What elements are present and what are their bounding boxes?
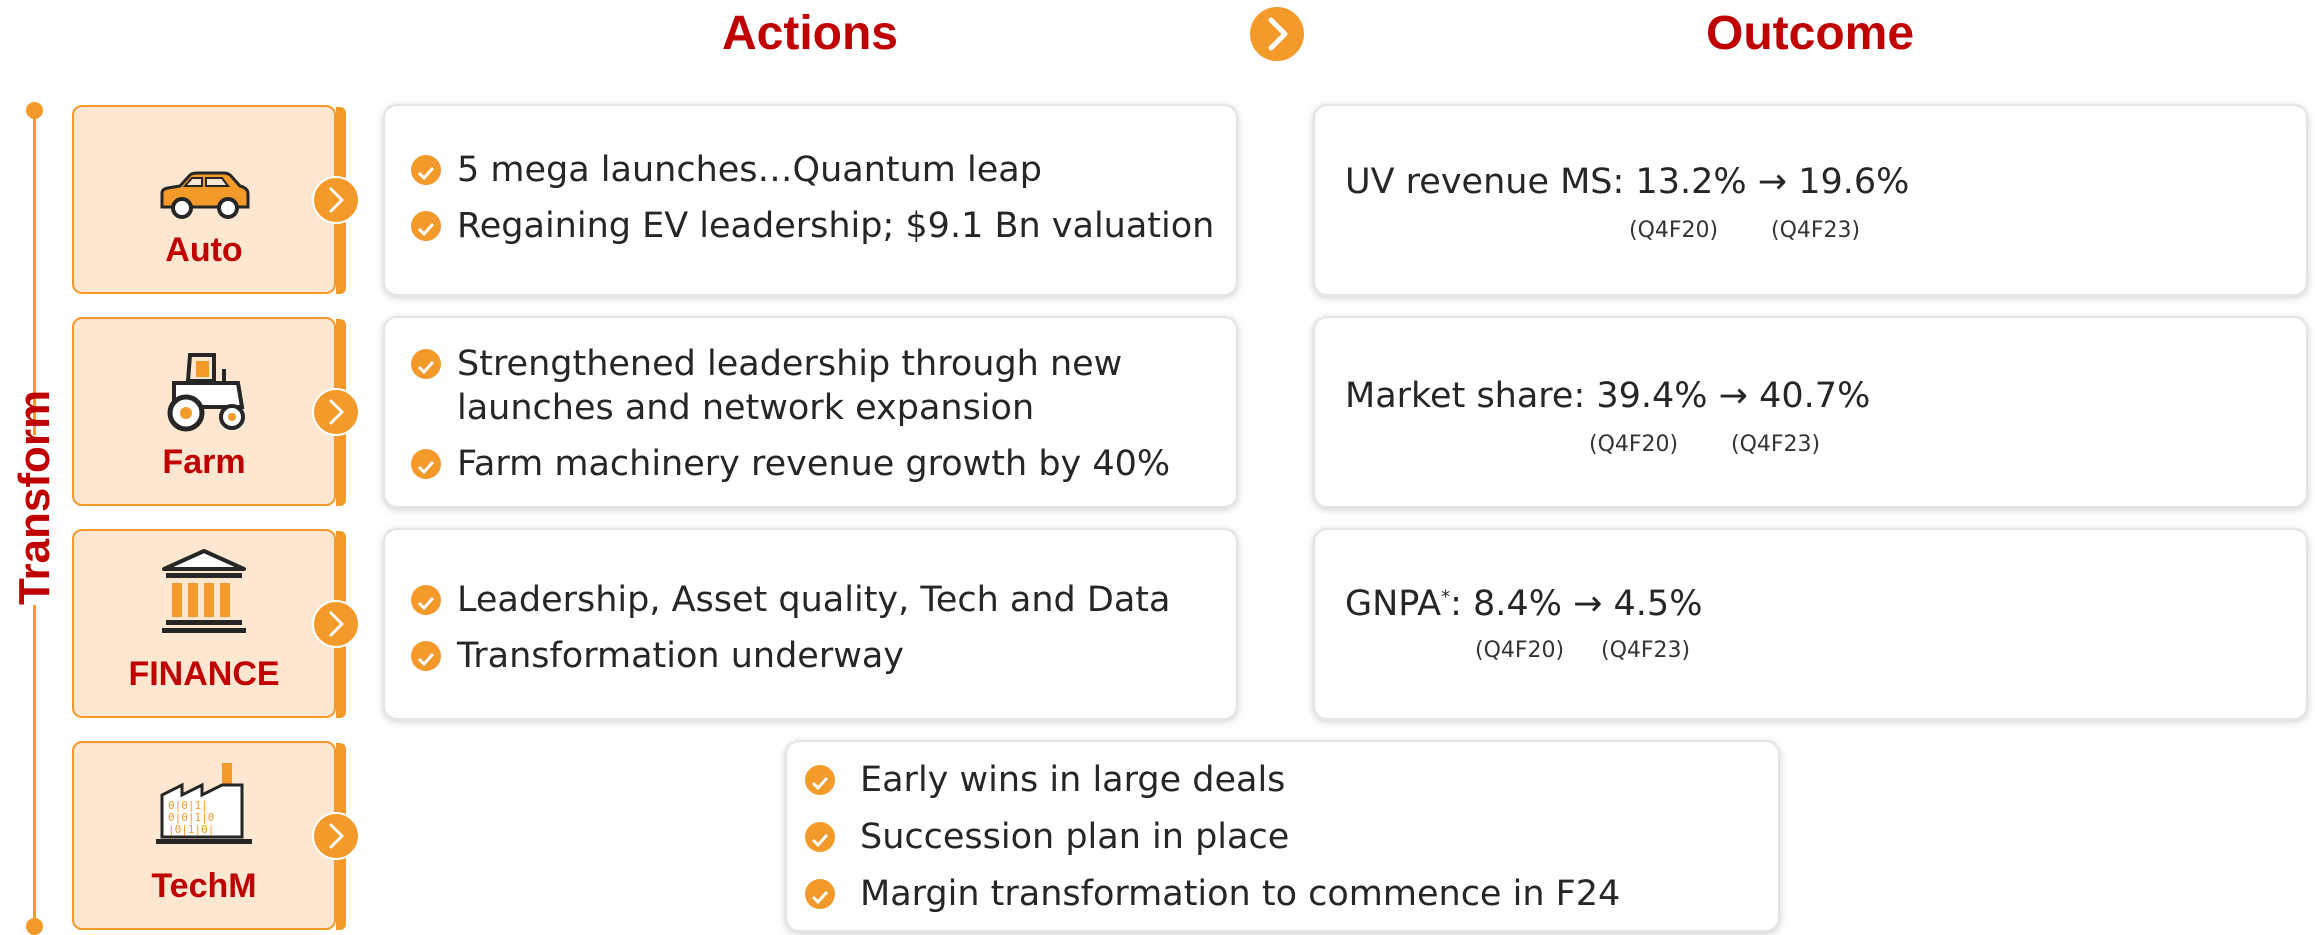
actions-header: Actions xyxy=(721,7,898,60)
segment-auto-tile[interactable]: Auto xyxy=(72,105,360,296)
outcome-card-auto: UV revenue MS: 13.2% → 19.6% (Q4F20) (Q4… xyxy=(1313,104,2308,296)
check-icon xyxy=(411,641,441,671)
timeline-start-dot xyxy=(26,102,43,119)
outcome-card-finance: GNPA*: 8.4% → 4.5% (Q4F20) (Q4F23) xyxy=(1313,528,2308,720)
period-from: (Q4F20) xyxy=(1475,638,1565,663)
segment-label: FINANCE xyxy=(128,655,280,693)
chevron-right-icon[interactable] xyxy=(312,600,360,648)
period-to: (Q4F23) xyxy=(1731,432,1821,457)
factory-data-icon: 0|0|1| 0|0|1|0 |0|1|0| xyxy=(156,763,252,844)
actions-card-techm: Early wins in large deals Succession pla… xyxy=(785,740,1780,932)
chevron-right-icon[interactable] xyxy=(312,812,360,860)
check-icon xyxy=(805,879,835,909)
outcome-header: Outcome xyxy=(1705,7,1915,60)
check-icon xyxy=(411,211,441,241)
segment-label: TechM xyxy=(151,867,257,905)
chevron-right-icon[interactable] xyxy=(312,388,360,436)
outcome-text: UV revenue MS: 13.2% → 19.6% xyxy=(1345,162,1910,202)
transform-label: Transform xyxy=(5,390,65,605)
period-to: (Q4F23) xyxy=(1601,638,1691,663)
car-icon xyxy=(160,171,250,219)
outcome-card-farm: Market share: 39.4% → 40.7% (Q4F20) (Q4F… xyxy=(1313,316,2308,508)
actions-card-finance: Leadership, Asset quality, Tech and Data… xyxy=(383,528,1238,720)
timeline-end-dot xyxy=(26,918,43,935)
outcome-text: Market share: 39.4% → 40.7% xyxy=(1345,376,1871,416)
chevron-right-icon[interactable] xyxy=(312,176,360,224)
segment-label: Auto xyxy=(165,231,243,269)
check-icon xyxy=(805,822,835,852)
segment-finance-tile[interactable]: FINANCE xyxy=(72,529,360,720)
check-icon xyxy=(411,155,441,185)
outcome-text: GNPA*: 8.4% → 4.5% xyxy=(1345,584,1703,624)
svg-text:|0|1|0|: |0|1|0| xyxy=(168,823,214,836)
actions-card-auto: 5 mega launches…Quantum leap Regaining E… xyxy=(383,104,1238,296)
segment-label: Farm xyxy=(162,443,246,481)
check-icon xyxy=(805,765,835,795)
check-icon xyxy=(411,349,441,379)
check-icon xyxy=(411,585,441,615)
period-from: (Q4F20) xyxy=(1629,218,1719,243)
tractor-icon xyxy=(167,353,245,432)
segment-techm-tile[interactable]: 0|0|1| 0|0|1|0 |0|1|0| TechM xyxy=(72,741,360,932)
actions-card-farm: Strengthened leadership through new laun… xyxy=(383,316,1238,508)
chevron-right-icon xyxy=(1250,7,1304,61)
check-icon xyxy=(411,449,441,479)
segment-farm-tile[interactable]: Farm xyxy=(72,317,360,508)
bank-icon xyxy=(162,549,246,633)
period-from: (Q4F20) xyxy=(1589,432,1679,457)
period-to: (Q4F23) xyxy=(1771,218,1861,243)
